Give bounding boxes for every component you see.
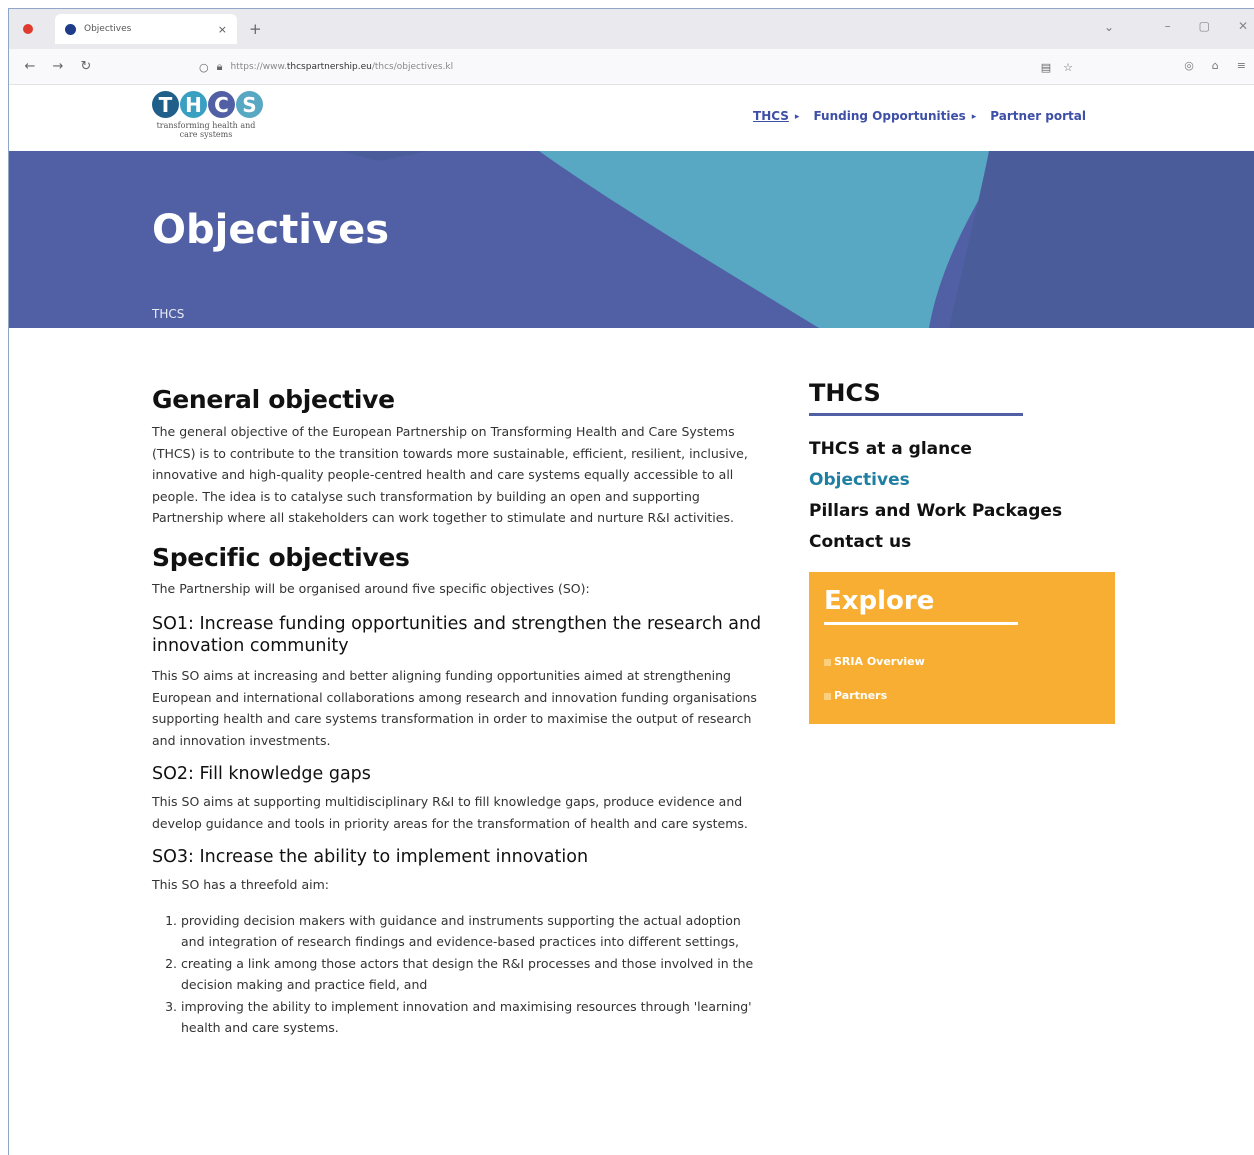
window-controls: – ▢ ✕ bbox=[1165, 19, 1248, 33]
list-item: providing decision makers with guidance … bbox=[181, 910, 767, 953]
tab-objectives[interactable]: Objectives × bbox=[55, 14, 237, 44]
top-navigation: THCS ▸ Funding Opportunities ▸ Partner p… bbox=[753, 109, 1086, 125]
explore-divider bbox=[824, 622, 1018, 625]
explore-title: Explore bbox=[824, 586, 935, 616]
specific-objectives-intro: The Partnership will be organised around… bbox=[152, 580, 590, 596]
bullet-icon bbox=[824, 658, 831, 666]
list-item: improving the ability to implement innov… bbox=[181, 996, 767, 1039]
page-title: Objectives bbox=[152, 207, 390, 253]
extensions-icon[interactable]: ⌂ bbox=[1212, 59, 1219, 72]
general-objective-heading: General objective bbox=[152, 385, 395, 414]
specific-objectives-heading: Specific objectives bbox=[152, 542, 410, 572]
sidebar: THCS THCS at a glance Objectives Pillars… bbox=[809, 379, 1119, 558]
explore-link-partners[interactable]: Partners bbox=[824, 679, 1100, 713]
address-bar[interactable]: ○ 🔒︎ https://www.thcspartnership.eu/thcs… bbox=[199, 54, 1089, 80]
so2-text: This SO aims at supporting multidiscipli… bbox=[152, 794, 748, 831]
logo-tagline: transforming health and care systems bbox=[156, 121, 256, 139]
chevron-down-icon[interactable]: ⌄ bbox=[1104, 20, 1114, 34]
window-close-icon[interactable]: ✕ bbox=[1238, 19, 1248, 33]
browser-icon bbox=[23, 24, 33, 34]
general-objective-text: The general objective of the European Pa… bbox=[152, 424, 748, 525]
nav-partner-portal[interactable]: Partner portal bbox=[990, 109, 1086, 125]
sidebar-link-pillars[interactable]: Pillars and Work Packages bbox=[809, 496, 1119, 527]
bullet-icon bbox=[824, 692, 831, 700]
pocket-icon[interactable]: ◎ bbox=[1184, 59, 1194, 72]
so3-list: providing decision makers with guidance … bbox=[181, 910, 767, 1039]
so1-heading: SO1: Increase funding opportunities and … bbox=[152, 614, 762, 656]
so3-heading: SO3: Increase the ability to implement i… bbox=[152, 847, 589, 867]
so1-text: This SO aims at increasing and better al… bbox=[152, 668, 757, 748]
thcs-logo[interactable]: T H C S transforming health and care sys… bbox=[152, 91, 272, 149]
nav-thcs[interactable]: THCS ▸ bbox=[753, 109, 799, 125]
caret-icon: ▸ bbox=[794, 112, 800, 122]
lock-icon[interactable]: 🔒︎ bbox=[217, 60, 223, 74]
minimize-icon[interactable]: – bbox=[1165, 19, 1171, 33]
sidebar-heading: THCS bbox=[809, 379, 881, 407]
sidebar-link-objectives[interactable]: Objectives bbox=[809, 465, 1119, 496]
sidebar-link-thcs-at-a-glance[interactable]: THCS at a glance bbox=[809, 434, 1119, 465]
url-text: https://www.thcspartnership.eu/thcs/obje… bbox=[230, 62, 454, 72]
breadcrumb[interactable]: THCS bbox=[152, 307, 184, 321]
site-header: T H C S transforming health and care sys… bbox=[9, 85, 1254, 151]
tab-title: Objectives bbox=[84, 24, 132, 34]
so2-heading: SO2: Fill knowledge gaps bbox=[152, 764, 371, 784]
browser-window: Objectives × + ⌄ – ▢ ✕ ← → ↻ ○ 🔒︎ https:… bbox=[8, 8, 1254, 1155]
tab-strip: Objectives × + ⌄ – ▢ ✕ bbox=[9, 9, 1254, 49]
reload-icon[interactable]: ↻ bbox=[79, 59, 93, 74]
maximize-icon[interactable]: ▢ bbox=[1199, 19, 1210, 33]
so3-text: This SO has a threefold aim: bbox=[152, 877, 329, 892]
new-tab-icon[interactable]: + bbox=[249, 20, 262, 38]
sidebar-divider bbox=[809, 413, 1023, 416]
bookmark-star-icon[interactable]: ☆ bbox=[1063, 61, 1073, 74]
close-icon[interactable]: × bbox=[218, 23, 227, 36]
sidebar-link-contact-us[interactable]: Contact us bbox=[809, 527, 1119, 558]
caret-icon: ▸ bbox=[971, 112, 977, 122]
tracking-shield-icon[interactable]: ○ bbox=[199, 61, 209, 74]
hero-banner: Objectives THCS bbox=[9, 151, 1254, 328]
main-content: General objective The general objective … bbox=[152, 385, 767, 1039]
nav-toolbar: ← → ↻ ○ 🔒︎ https://www.thcspartnership.e… bbox=[9, 49, 1254, 85]
nav-funding-opportunities[interactable]: Funding Opportunities ▸ bbox=[813, 109, 976, 125]
explore-box: Explore SRIA Overview Partners bbox=[809, 572, 1115, 724]
forward-icon[interactable]: → bbox=[51, 59, 65, 74]
explore-link-sria-overview[interactable]: SRIA Overview bbox=[824, 645, 1100, 679]
reader-view-icon[interactable]: ▤ bbox=[1041, 61, 1051, 74]
back-icon[interactable]: ← bbox=[23, 59, 37, 74]
logo-wordmark: T H C S bbox=[152, 91, 272, 118]
menu-icon[interactable]: ≡ bbox=[1237, 59, 1246, 72]
list-item: creating a link among those actors that … bbox=[181, 953, 767, 996]
favicon-icon bbox=[65, 23, 76, 35]
